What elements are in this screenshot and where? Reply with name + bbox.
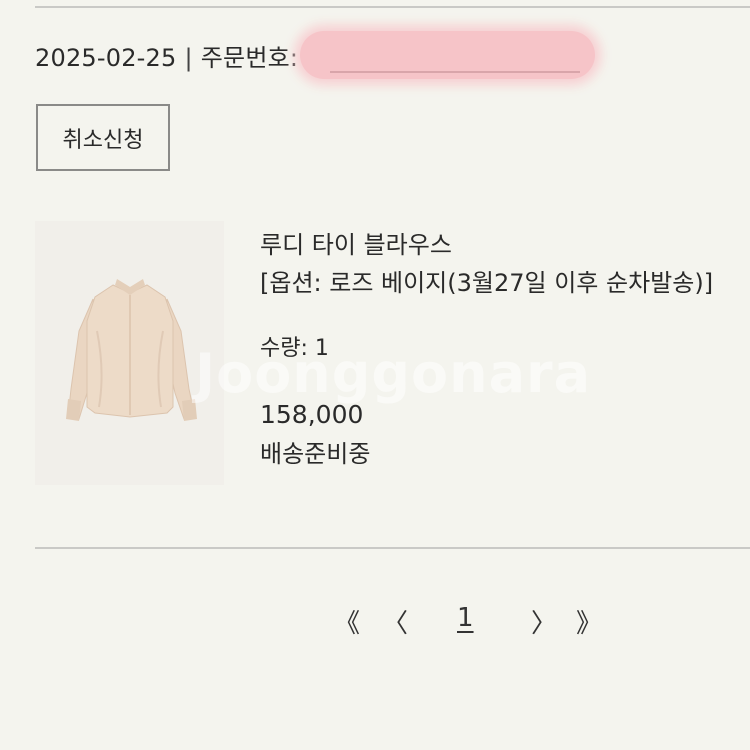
shipping-status: 배송준비중: [260, 440, 371, 468]
product-price: 158,000: [260, 400, 364, 429]
redaction-underline: [330, 71, 581, 73]
product-quantity: 수량: 1: [260, 336, 329, 361]
product-name[interactable]: 루디 타이 블라우스: [260, 226, 720, 264]
blouse-image: [35, 221, 224, 485]
pagination: 《 〈 1 〉 》: [0, 603, 750, 643]
page-number-current[interactable]: 1: [457, 603, 474, 633]
top-divider: [35, 6, 750, 8]
order-date: 2025-02-25: [35, 44, 177, 72]
order-number-redacted: [300, 31, 596, 79]
prev-page-button[interactable]: 〈: [382, 603, 408, 640]
cancel-request-button[interactable]: 취소신청: [36, 104, 170, 171]
product-option: [옵션: 로즈 베이지(3월27일 이후 순차발송)]: [260, 269, 714, 297]
product-info: 루디 타이 블라우스 [옵션: 로즈 베이지(3월27일 이후 순차발송)] 수…: [260, 226, 720, 472]
last-page-button[interactable]: 》: [576, 603, 602, 640]
separator: |: [184, 44, 193, 72]
product-thumbnail[interactable]: [35, 221, 224, 485]
order-number-label: 주문번호:: [200, 44, 299, 72]
bottom-divider: [35, 547, 750, 549]
next-page-button[interactable]: 〉: [531, 603, 557, 640]
order-header: 2025-02-25 | 주문번호:: [35, 31, 596, 79]
first-page-button[interactable]: 《: [334, 603, 360, 640]
